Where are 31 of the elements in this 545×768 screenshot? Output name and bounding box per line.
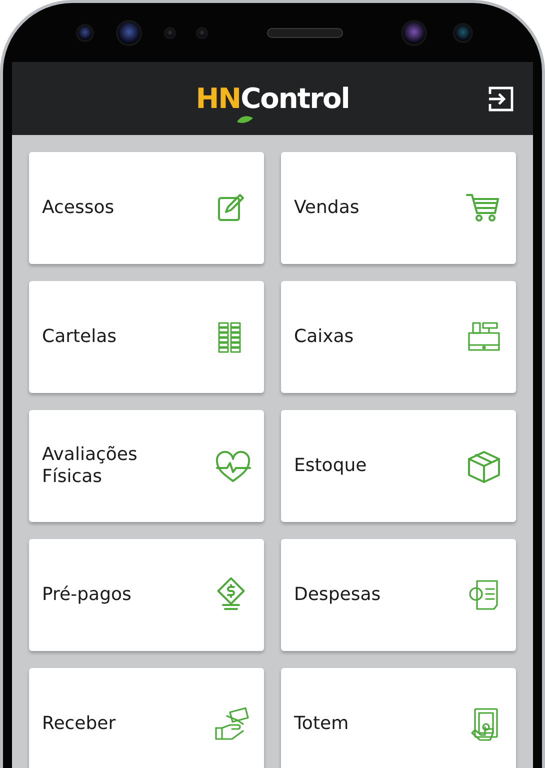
logo-text: HN — [196, 84, 241, 112]
camera-icon — [401, 20, 427, 46]
leaf-icon — [236, 114, 254, 124]
logo-text: Control — [240, 84, 350, 112]
camera-icon — [76, 24, 94, 42]
tile-label: Estoque — [294, 454, 367, 478]
tile-label: Despesas — [294, 584, 381, 606]
tile-label: Totem — [294, 712, 349, 736]
menu-tile[interactable]: Pré-pagos — [29, 539, 264, 651]
tile-label: Vendas — [294, 196, 360, 220]
tile-label: Acessos — [42, 196, 114, 220]
menu-tile[interactable]: Totem — [281, 668, 516, 768]
logout-button[interactable] — [487, 85, 515, 113]
camera-icon — [116, 20, 142, 46]
menu-tile[interactable]: Acessos — [29, 152, 264, 264]
sensor-icon — [164, 26, 176, 38]
camera-icon — [453, 22, 473, 42]
menu-tile[interactable]: Receber — [29, 668, 264, 768]
menu-tile[interactable]: Estoque — [281, 410, 516, 522]
tile-label: Cartelas — [42, 326, 117, 348]
tile-label: Pré-pagos — [42, 584, 132, 606]
menu-tile[interactable]: Cartelas — [29, 281, 264, 393]
menu-tile[interactable]: Vendas — [281, 152, 516, 264]
tile-label: Receber — [42, 712, 116, 736]
menu-tile[interactable]: Caixas — [281, 281, 516, 393]
tile-label: Avaliações Físicas — [42, 444, 138, 488]
menu-tile[interactable]: Avaliações Físicas — [29, 410, 264, 522]
hand-money-icon — [213, 705, 251, 743]
sensor-icon — [196, 26, 208, 38]
menu-tile[interactable]: Despesas — [281, 539, 516, 651]
tile-label: Caixas — [294, 326, 354, 348]
